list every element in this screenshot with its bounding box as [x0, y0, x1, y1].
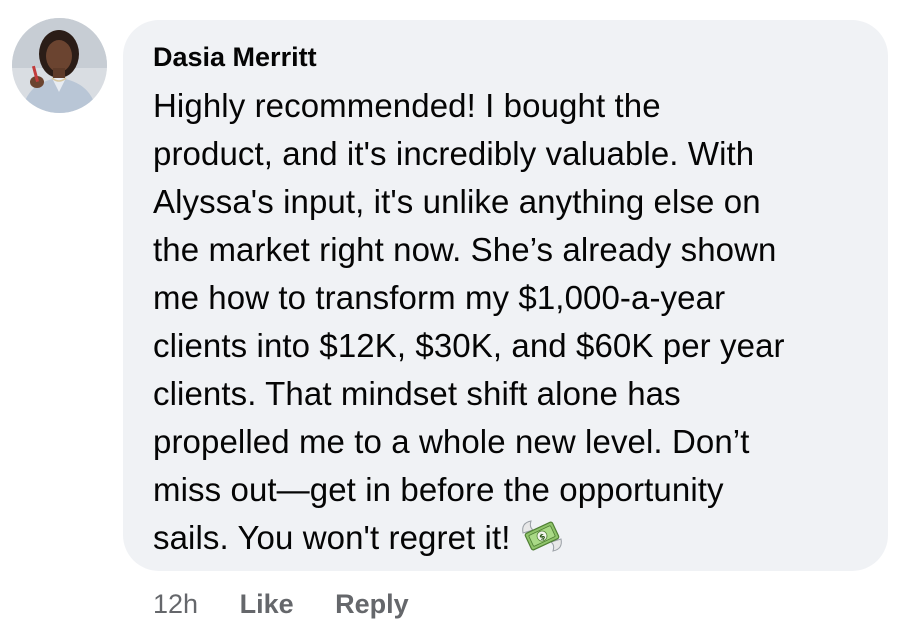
- comment-text-line: clients. That mindset shift alone has: [153, 375, 681, 412]
- comment-text-line: miss out—get in before the opportunity: [153, 471, 724, 508]
- comment-author[interactable]: Dasia Merritt: [153, 40, 317, 74]
- comment-actions: 12h Like Reply: [153, 586, 443, 622]
- comment-text: Highly recommended! I bought the product…: [153, 82, 860, 563]
- avatar[interactable]: [12, 18, 107, 113]
- comment-text-line: Highly recommended! I bought the: [153, 87, 661, 124]
- like-button[interactable]: Like: [240, 589, 294, 619]
- money-with-wings-icon: $: [519, 513, 565, 559]
- comment-text-line: product, and it's incredibly valuable. W…: [153, 135, 755, 172]
- comment-text-line: the market right now. She’s already show…: [153, 231, 777, 268]
- comment-text-line: sails. You won't regret it!: [153, 519, 511, 556]
- comment-text-line: propelled me to a whole new level. Don’t: [153, 423, 750, 460]
- comment-text-line: clients into $12K, $30K, and $60K per ye…: [153, 327, 785, 364]
- reply-button[interactable]: Reply: [335, 589, 409, 619]
- comment-bubble: Dasia Merritt Highly recommended! I boug…: [123, 20, 888, 571]
- comment-text-last-line: sails. You won't regret it! $: [153, 514, 860, 563]
- comment-row: Dasia Merritt Highly recommended! I boug…: [0, 0, 901, 635]
- comment-text-line: Alyssa's input, it's unlike anything els…: [153, 183, 761, 220]
- comment-timestamp[interactable]: 12h: [153, 589, 198, 619]
- profile-photo-avatar: [12, 18, 107, 113]
- comment-text-line: me how to transform my $1,000-a-year: [153, 279, 726, 316]
